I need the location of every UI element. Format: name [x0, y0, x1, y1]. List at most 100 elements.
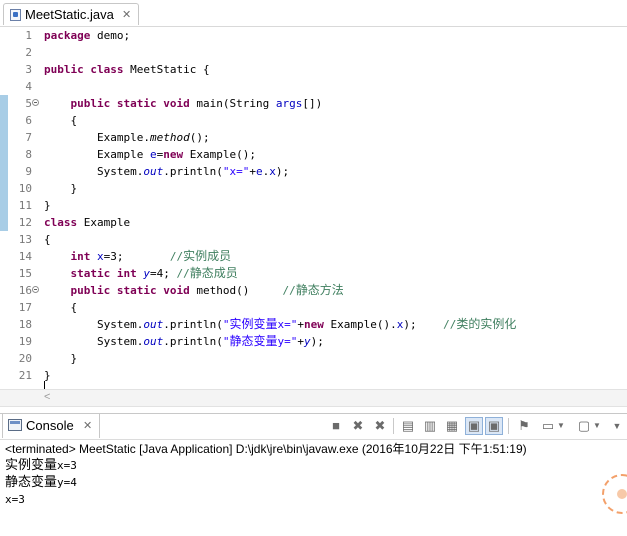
editor-tab-meetstatic[interactable]: MeetStatic.java ✕ — [3, 3, 139, 25]
code-token: + — [297, 335, 304, 348]
code-text: System.out.println("x="+e.x); — [44, 163, 289, 180]
code-line[interactable]: 18 System.out.println("实例变量x="+new Examp… — [0, 316, 627, 333]
show-on-stdout-icon[interactable]: ▣ — [465, 417, 483, 435]
view-menu-icon[interactable]: ▼ — [611, 417, 623, 435]
line-number: 19 — [18, 335, 32, 348]
code-token: .println( — [163, 335, 223, 348]
code-token: =4; — [150, 267, 177, 280]
pin-console-icon[interactable]: ⚑ — [515, 417, 533, 435]
code-token: Example — [77, 216, 131, 229]
console-output-line: 静态变量y=4 — [5, 474, 77, 491]
code-token: package — [44, 29, 91, 42]
code-line[interactable]: 14 int x=3; //实例成员 — [0, 248, 627, 265]
code-text: class Example — [44, 214, 130, 231]
code-token: 实例成员 — [183, 249, 232, 263]
scroll-left-arrow-icon[interactable]: < — [44, 391, 50, 403]
code-line[interactable]: 11} — [0, 197, 627, 214]
line-number: 5 — [25, 97, 32, 110]
output-value: y=4 — [57, 476, 77, 489]
code-text: Example.method(); — [44, 129, 210, 146]
code-token: class — [90, 63, 124, 76]
code-line[interactable]: 1 package demo; — [0, 27, 627, 44]
horizontal-scrollbar[interactable]: < — [0, 389, 627, 407]
code-line[interactable]: 4 — [0, 78, 627, 95]
code-line[interactable]: 19 System.out.println("静态变量y="+y); — [0, 333, 627, 350]
code-line[interactable]: 3 public class MeetStatic { — [0, 61, 627, 78]
code-token: } — [44, 352, 78, 365]
code-line[interactable]: 5 public static void main(String args[]) — [0, 95, 627, 112]
line-number: 4 — [25, 80, 32, 93]
code-line[interactable]: 15 static int y=4; //静态成员 — [0, 265, 627, 282]
code-token: method — [149, 131, 190, 144]
close-icon[interactable]: ✕ — [83, 420, 92, 432]
terminate-icon[interactable]: ■ — [327, 417, 345, 435]
remove-launch-icon[interactable]: ✖ — [349, 417, 367, 435]
code-line[interactable]: 7 Example.method(); — [0, 129, 627, 146]
code-text: Example e=new Example(); — [44, 146, 256, 163]
code-token: .println( — [163, 165, 223, 178]
code-line[interactable]: 12 class Example — [0, 214, 627, 231]
line-number: 7 — [25, 131, 32, 144]
code-token: args — [275, 97, 303, 110]
line-number: 15 — [18, 267, 32, 280]
code-token: static — [116, 284, 157, 297]
code-token: main(String — [189, 97, 276, 110]
chevron-down-icon[interactable]: ▼ — [591, 417, 603, 435]
code-line[interactable]: 9 System.out.println("x="+e.x); — [0, 163, 627, 180]
line-number: 8 — [25, 148, 32, 161]
code-token: System. — [44, 335, 144, 348]
console-tab[interactable]: Console ✕ — [2, 414, 100, 438]
code-line[interactable]: 6 { — [0, 112, 627, 129]
code-text: public static void main(String args[]) — [44, 95, 323, 112]
code-editor[interactable]: 1 package demo; 2 3 public class MeetStatic … — [0, 27, 627, 395]
code-line[interactable]: 13 { — [0, 231, 627, 248]
code-token: =3; — [103, 250, 170, 263]
code-line[interactable]: 2 — [0, 44, 627, 61]
code-line[interactable]: 21} — [0, 367, 627, 384]
word-wrap-icon[interactable]: ▦ — [443, 417, 461, 435]
line-number: 2 — [25, 46, 32, 59]
close-icon[interactable]: ✕ — [122, 9, 131, 21]
code-line[interactable]: 10 } — [0, 180, 627, 197]
line-number: 13 — [18, 233, 32, 246]
code-token: 静态成员 — [189, 266, 238, 280]
remove-all-terminated-icon[interactable]: ✖ — [371, 417, 389, 435]
code-token: { — [44, 233, 51, 246]
chevron-down-icon[interactable]: ▼ — [555, 417, 567, 435]
fold-collapse-icon[interactable] — [32, 99, 39, 106]
code-token: out — [143, 318, 164, 331]
code-line[interactable]: 17 { — [0, 299, 627, 316]
show-on-stderr-icon[interactable]: ▣ — [485, 417, 503, 435]
code-line[interactable]: 8 Example e=new Example(); — [0, 146, 627, 163]
output-value: x=3 — [57, 459, 77, 472]
code-token: + — [297, 318, 304, 331]
code-line[interactable]: 16 public static void method() //静态方法 — [0, 282, 627, 299]
console-tab-label: Console — [26, 418, 74, 433]
code-token: { — [44, 301, 78, 314]
code-token: // — [282, 284, 296, 297]
code-token: new — [163, 148, 184, 161]
scroll-lock-icon[interactable]: ▥ — [421, 417, 439, 435]
code-token: out — [143, 165, 164, 178]
code-token: x — [97, 250, 104, 263]
fold-collapse-icon[interactable] — [32, 286, 39, 293]
stamp-icon — [602, 474, 627, 514]
code-token: 类的实例化 — [456, 317, 517, 331]
output-label: 实例变量 — [5, 458, 58, 473]
code-token: } — [44, 182, 78, 195]
clear-console-icon[interactable]: ▤ — [399, 417, 417, 435]
editor-tab-label: MeetStatic.java — [25, 7, 114, 22]
code-line[interactable]: 20 } — [0, 350, 627, 367]
code-token: int — [70, 250, 91, 263]
code-token: Example. — [44, 131, 150, 144]
code-token: public — [44, 63, 84, 76]
line-number: 10 — [18, 182, 32, 195]
code-token: public — [70, 97, 111, 110]
code-token: y — [303, 335, 311, 348]
code-token: 静态变量 — [229, 334, 278, 348]
